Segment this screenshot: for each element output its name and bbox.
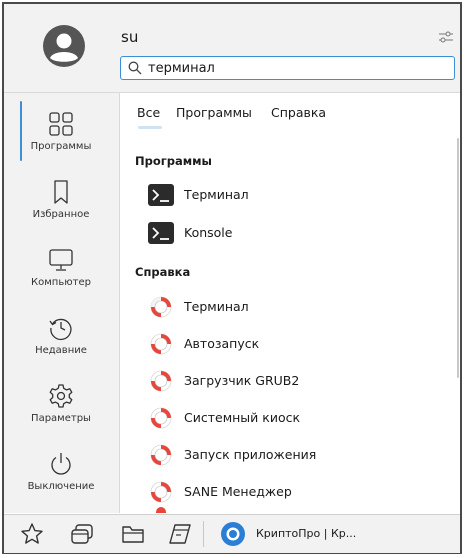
taskbar: КриптоПро | Кр...	[4, 514, 460, 553]
result-label: SANE Менеджер	[184, 484, 292, 499]
sidebar-item-label: Программы	[30, 141, 92, 152]
lifebuoy-icon	[150, 370, 172, 392]
results-panel: Все Программы Справка Программы Терминал…	[120, 93, 460, 513]
terminal-icon	[148, 184, 174, 206]
windows-icon[interactable]	[70, 522, 94, 546]
active-indicator	[20, 101, 22, 161]
help-item[interactable]: Терминал	[120, 289, 450, 325]
recent-clock-icon	[49, 318, 72, 341]
sidebar-item-computer[interactable]: Компьютер	[4, 233, 118, 301]
app-menu-window: su Программы	[2, 2, 462, 554]
monitor-icon	[49, 249, 73, 271]
result-label: Терминал	[184, 187, 249, 202]
cryptopro-icon	[221, 522, 245, 546]
sidebar-item-recent[interactable]: Недавние	[4, 301, 118, 369]
result-label: Автозапуск	[184, 336, 260, 351]
user-avatar-icon[interactable]	[42, 24, 86, 68]
result-item-terminal[interactable]: Терминал	[120, 177, 450, 213]
folder-icon[interactable]	[121, 522, 145, 546]
help-item[interactable]: Запуск приложения	[120, 437, 450, 473]
help-item[interactable]: Системный киоск	[120, 400, 450, 436]
tab-indicator	[138, 126, 162, 129]
username: su	[121, 28, 139, 46]
sidebar-item-label: Выключение	[27, 481, 95, 492]
results-scrollbar[interactable]	[457, 138, 459, 378]
star-icon[interactable]	[20, 522, 44, 546]
section-title-programs: Программы	[135, 154, 212, 168]
lifebuoy-icon	[150, 333, 172, 355]
bookmark-icon	[54, 180, 68, 204]
task-label: КриптоПро | Кр...	[256, 527, 357, 540]
terminal-icon	[148, 222, 174, 244]
power-icon	[51, 453, 71, 475]
lifebuoy-icon	[150, 407, 172, 429]
search-icon	[128, 61, 142, 75]
help-item[interactable]: Автозапуск	[120, 326, 450, 362]
sidebar-item-shutdown[interactable]: Выключение	[4, 437, 118, 505]
tab-programs[interactable]: Программы	[176, 105, 252, 120]
sidebar-item-label: Избранное	[32, 209, 90, 220]
menu-header: su	[4, 4, 460, 93]
result-label: Терминал	[184, 299, 249, 314]
apps-grid-icon	[49, 112, 73, 136]
search-input[interactable]	[148, 60, 438, 76]
partial-next-item	[156, 507, 166, 513]
tab-help[interactable]: Справка	[271, 105, 326, 120]
result-label: Загрузчик GRUB2	[184, 373, 300, 388]
sidebar-item-programs[interactable]: Программы	[4, 97, 118, 165]
sidebar-item-label: Параметры	[31, 413, 91, 424]
tab-all[interactable]: Все	[137, 105, 160, 120]
result-label: Запуск приложения	[184, 447, 317, 462]
result-item-konsole[interactable]: Konsole	[120, 215, 450, 251]
sidebar-item-label: Недавние	[35, 345, 87, 356]
taskbar-separator	[203, 521, 204, 547]
lifebuoy-icon	[150, 481, 172, 503]
sidebar-item-label: Компьютер	[31, 277, 91, 288]
taskbar-task-cryptopro[interactable]: КриптоПро | Кр...	[216, 519, 366, 549]
search-field[interactable]	[120, 56, 455, 80]
gear-icon	[49, 384, 73, 408]
terminal-window-icon[interactable]	[168, 522, 192, 546]
sidebar-item-favorites[interactable]: Избранное	[4, 165, 118, 233]
sidebar: Программы Избранное Компьютер Недавние П…	[4, 93, 120, 513]
lifebuoy-icon	[150, 444, 172, 466]
lifebuoy-icon	[150, 296, 172, 318]
help-item[interactable]: SANE Менеджер	[120, 474, 450, 510]
settings-sliders-icon[interactable]	[438, 30, 454, 44]
section-title-help: Справка	[135, 265, 191, 279]
result-label: Konsole	[184, 225, 233, 240]
category-tabs: Все Программы Справка	[120, 93, 460, 133]
result-label: Системный киоск	[184, 410, 301, 425]
help-item[interactable]: Загрузчик GRUB2	[120, 363, 450, 399]
sidebar-item-settings[interactable]: Параметры	[4, 369, 118, 437]
